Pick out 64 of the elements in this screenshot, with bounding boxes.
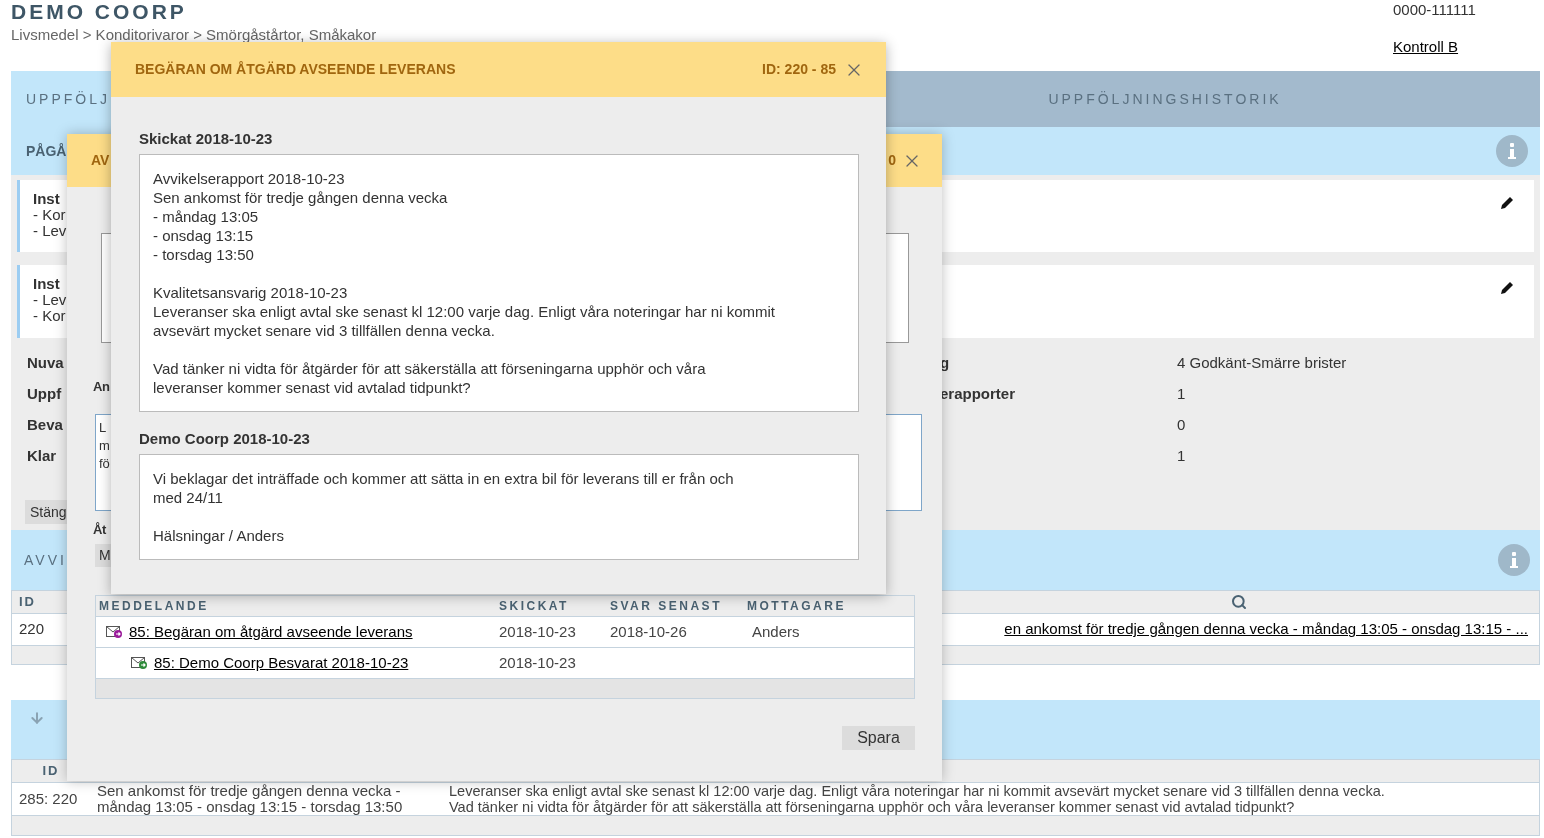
envelope-icon	[106, 625, 123, 639]
column-header: ID	[41, 762, 61, 781]
card-text: - Kor	[33, 308, 67, 324]
save-button[interactable]: Spara	[842, 726, 915, 750]
message-text: - onsdag 13:15	[153, 226, 255, 245]
message-text: Leveranser ska enligt avtal ske senast kl 12:00 varje dag. Enligt våra noteringar har ni kommit	[153, 302, 776, 321]
field-value: 4 Godkänt-Smärre brister	[1177, 353, 1347, 374]
message-text: Hälsningar / Anders	[153, 526, 285, 545]
card-text: - Kor	[33, 207, 67, 223]
dialog-title: AV	[91, 151, 110, 170]
section-title: PÅGÅ	[26, 141, 67, 161]
card-text: Inst	[33, 191, 61, 207]
message-text: avsevärt mycket senare vid 3 tillfällen denna vecka.	[153, 321, 496, 340]
table-cell-text: 220	[18, 619, 46, 640]
message-text: Kvalitetsansvarig 2018-10-23	[153, 283, 349, 302]
column-header: MEDDELANDE	[98, 598, 210, 615]
section-title: AVVI	[24, 550, 67, 570]
field-value: 0	[1177, 415, 1186, 436]
table-cell-text: Anders	[751, 621, 800, 642]
card-text: Inst	[33, 276, 61, 292]
column-header: SVAR SENAST	[610, 598, 723, 615]
message-text: Vad tänker ni vidta för åtgärder för att säkerställa att förseningarna upphör och våra	[153, 359, 707, 378]
message-text: - måndag 13:05	[153, 207, 260, 226]
field-value: 1	[1177, 446, 1186, 467]
table-cell-text: 2018-10-23	[499, 621, 577, 642]
breadcrumb: Livsmedel > Konditorivaror > Smörgåstårtor, Småkakor	[11, 26, 377, 44]
message-text: Sen ankomst för tredje gången denna vecka	[153, 188, 449, 207]
table-cell-text: 285: 220	[18, 791, 79, 807]
field-label: An	[93, 378, 110, 396]
message-text: Vi beklagar det inträffade och kommer att sätta in en extra bil för leverans till er från och	[153, 469, 735, 488]
message-text: leveranser kommer senast vid avtalad tidpunkt?	[153, 378, 472, 397]
message-text: - torsdag 13:50	[153, 245, 255, 264]
field-label: Uppf	[27, 385, 62, 403]
field-label: Nuva	[27, 354, 64, 372]
pencil-icon[interactable]	[1500, 196, 1514, 210]
pencil-icon[interactable]	[1500, 281, 1514, 295]
column-header: ID	[18, 593, 37, 612]
section-heading: Demo Coorp 2018-10-23	[139, 430, 311, 448]
table-cell-text: Leveranser ska enligt avtal ske senast kl 12:00 varje dag. Enligt våra noteringar har ni kommit avsevärt mycket senare vid 3 tillfällen denna vecka. Vad tänker ni vidta för åtgärder för att säkerställa att förseningarna upphör och våra leveranser kommer senast vid avtalad tidpunkt?	[449, 783, 1386, 815]
dialog-title: BEGÄRAN OM ÅTGÄRD AVSEENDE LEVERANS	[135, 60, 456, 79]
message-text: Avvikelserapport 2018-10-23	[153, 169, 346, 188]
user-link[interactable]: Kontroll B	[1393, 38, 1540, 56]
company-name: DEMO COORP	[11, 0, 188, 24]
envelope-icon	[131, 656, 148, 670]
column-header: MOTTAGARE	[747, 598, 847, 615]
field-label: erapporter	[940, 385, 1016, 403]
dialog-id: 0	[888, 151, 896, 170]
search-icon[interactable]	[1231, 594, 1247, 610]
column-header: SKICKAT	[499, 598, 570, 615]
table-cell-text: Sen ankomst för tredje gången denna vecka - måndag 13:05 - onsdag 13:15 - torsdag 13:50	[96, 783, 404, 815]
deviation-link[interactable]: en ankomst för tredje gången denna vecka - måndag 13:05 - onsdag 13:15 - ...	[1004, 618, 1528, 641]
message-link[interactable]: 85: Demo Coorp Besvarat 2018-10-23	[154, 651, 409, 675]
card-text: - Lev	[33, 223, 67, 239]
message-text: med 24/11	[153, 488, 224, 507]
section-heading: Skickat 2018-10-23	[139, 130, 274, 148]
message-link[interactable]: 85: Begäran om åtgärd avseende leverans	[129, 620, 413, 644]
field-value: 1	[1177, 384, 1186, 405]
field-label: Klar	[27, 447, 57, 465]
card-text: - Lev	[33, 292, 67, 308]
field-label: Åt	[93, 521, 106, 539]
table-cell: 2018-10-26	[610, 622, 687, 640]
phone-number: 0000-111111	[1393, 1, 1477, 19]
table-cell-text: 2018-10-23	[499, 652, 577, 673]
field-label: Beva	[27, 416, 63, 434]
